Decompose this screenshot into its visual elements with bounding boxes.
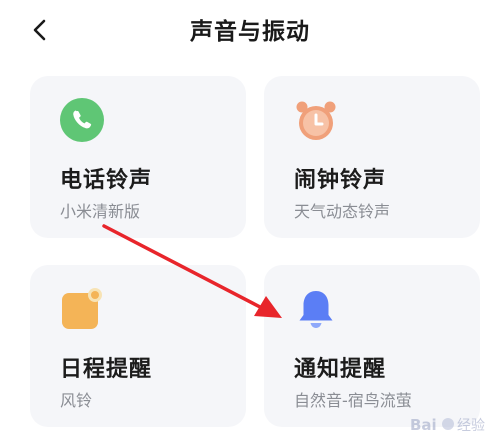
svg-text:Bai: Bai [410,416,437,434]
svg-text:经验: 经验 [457,418,485,434]
card-title: 电话铃声 [60,168,153,193]
card-title: 通知提醒 [294,357,387,382]
header: 声音与振动 [0,0,500,60]
card-title: 日程提醒 [60,357,153,382]
card-subtitle: 天气动态铃声 [294,202,391,221]
watermark-logo: Bai 经验 [410,416,485,434]
card-title: 闹钟铃声 [294,168,387,193]
page-title: 声音与振动 [190,19,310,45]
card-subtitle: 风铃 [60,391,93,410]
sound-vibration-screen: 声音与振动 电话铃声 小米清新版 闹钟铃声 天气动态铃声 日程提醒 风铃 通知提… [0,0,500,443]
card-subtitle: 自然音-宿鸟流萤 [294,391,412,410]
bell-icon [299,291,333,328]
calendar-reminder-card[interactable]: 日程提醒 风铃 [30,265,246,427]
alarm-clock-icon [296,101,336,140]
calendar-icon [62,288,102,329]
notification-reminder-card[interactable]: 通知提醒 自然音-宿鸟流萤 [264,265,480,427]
alarm-ringtone-card[interactable]: 闹钟铃声 天气动态铃声 [264,76,480,238]
phone-ringtone-card[interactable]: 电话铃声 小米清新版 [30,76,246,238]
card-subtitle: 小米清新版 [60,202,141,221]
phone-icon [60,98,104,142]
